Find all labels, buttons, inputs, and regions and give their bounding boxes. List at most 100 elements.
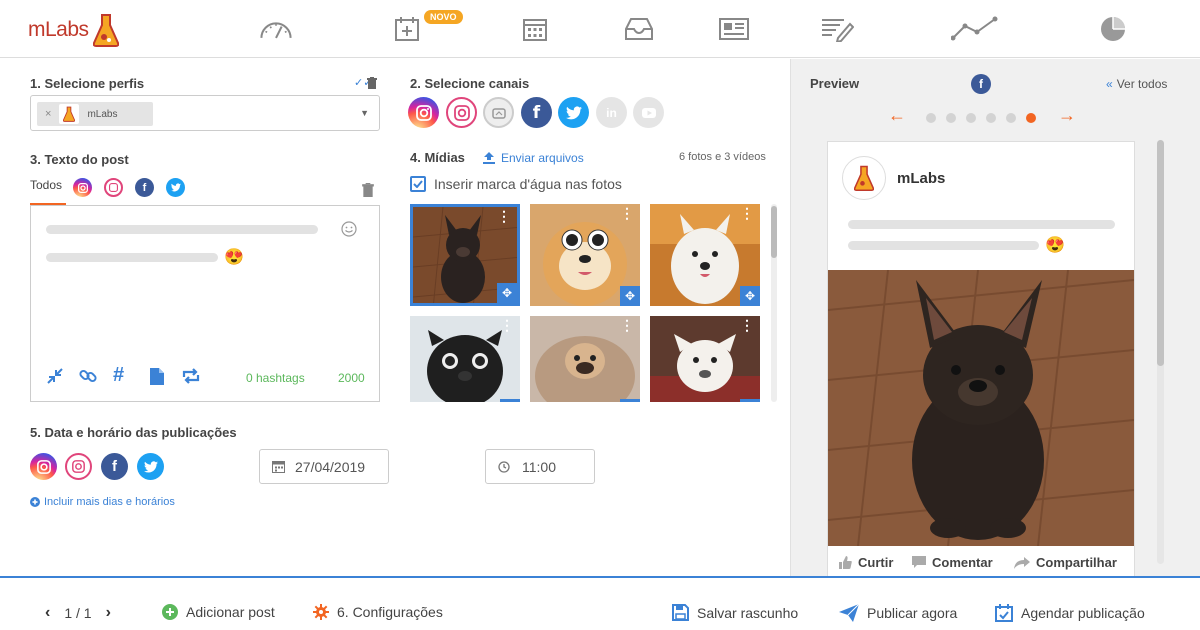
add-post-button[interactable]: Adicionar post bbox=[162, 604, 275, 620]
analytics-line-icon[interactable] bbox=[950, 14, 1000, 44]
remove-chip-icon[interactable]: × bbox=[45, 108, 51, 120]
save-disk-icon bbox=[672, 604, 689, 621]
add-more-dates-link[interactable]: Incluir mais dias e horários bbox=[30, 496, 175, 508]
linkedin-channel-icon[interactable]: in bbox=[596, 97, 627, 128]
instagram-stories-channel-icon[interactable] bbox=[446, 97, 477, 128]
repost-icon[interactable] bbox=[181, 368, 201, 389]
report-edit-icon[interactable] bbox=[820, 14, 854, 44]
tab-instagram-stories-icon[interactable] bbox=[104, 178, 123, 197]
post-pagination: ‹ 1 / 1 › bbox=[45, 604, 111, 622]
profile-chip: × mLabs bbox=[37, 102, 153, 126]
dashboard-icon[interactable] bbox=[259, 14, 293, 44]
schedule-instagram-stories-icon[interactable] bbox=[65, 453, 92, 480]
upload-files-button[interactable]: Enviar arquivos bbox=[483, 151, 584, 165]
pagination-dot[interactable] bbox=[966, 113, 976, 123]
media-thumb-pug-blanket[interactable]: ⋮ bbox=[530, 316, 640, 402]
pagination-dot[interactable] bbox=[946, 113, 956, 123]
twitter-channel-icon[interactable] bbox=[558, 97, 589, 128]
time-field[interactable]: 11:00 bbox=[485, 449, 595, 484]
hashtag-counter: 0 hashtags bbox=[246, 371, 305, 385]
move-handle-icon[interactable]: ✥ bbox=[497, 283, 517, 303]
preview-scrollbar[interactable] bbox=[1157, 140, 1164, 564]
preview-text-line bbox=[848, 241, 1039, 250]
document-icon[interactable] bbox=[149, 367, 165, 391]
next-post-chevron-icon[interactable]: › bbox=[106, 604, 111, 622]
thumb-menu-icon[interactable]: ⋮ bbox=[500, 318, 514, 332]
prev-post-chevron-icon[interactable]: ‹ bbox=[45, 604, 50, 622]
plus-circle-icon bbox=[30, 497, 40, 507]
post-text-editor[interactable]: 😍 # 0 hashtags 2000 bbox=[30, 205, 380, 402]
media-thumb-dog-sunglasses[interactable]: ⋮ ✥ bbox=[530, 204, 640, 306]
pagination-label: 1 / 1 bbox=[64, 605, 92, 621]
media-thumb-french-bulldog[interactable]: ⋮ ✥ bbox=[410, 204, 520, 306]
media-thumb-pitbull[interactable]: ⋮ bbox=[650, 316, 760, 402]
link-icon[interactable] bbox=[79, 367, 97, 390]
pagination-dot[interactable] bbox=[1006, 113, 1016, 123]
pie-chart-icon[interactable] bbox=[1096, 14, 1130, 44]
schedule-instagram-icon[interactable] bbox=[30, 453, 57, 480]
move-handle-icon[interactable] bbox=[620, 399, 640, 402]
thumb-menu-icon[interactable]: ⋮ bbox=[497, 209, 511, 223]
hashtag-icon[interactable]: # bbox=[113, 364, 124, 387]
brand-name: mLabs bbox=[28, 18, 89, 41]
tab-instagram-icon[interactable] bbox=[73, 178, 92, 197]
calendar-small-icon bbox=[272, 461, 285, 473]
share-action[interactable]: Compartilhar bbox=[1014, 555, 1117, 570]
thumb-menu-icon[interactable]: ⋮ bbox=[620, 206, 634, 220]
profile-select[interactable]: × mLabs ▼ bbox=[30, 95, 380, 131]
publish-now-button[interactable]: Publicar agora bbox=[839, 604, 957, 622]
instagram-channel-icon[interactable] bbox=[408, 97, 439, 128]
tab-twitter-icon[interactable] bbox=[166, 178, 185, 197]
inbox-icon[interactable] bbox=[622, 14, 656, 44]
preview-emoji-icon: 😍 bbox=[1045, 237, 1065, 254]
youtube-channel-icon[interactable] bbox=[633, 97, 664, 128]
media-scrollbar[interactable] bbox=[771, 204, 777, 402]
media-thumb-westie[interactable]: ⋮ ✥ bbox=[650, 204, 760, 306]
dropdown-arrow-icon: ▼ bbox=[360, 108, 369, 118]
schedule-twitter-icon[interactable] bbox=[137, 453, 164, 480]
preview-facebook-icon[interactable]: f bbox=[971, 74, 991, 94]
calendar-icon[interactable] bbox=[518, 14, 552, 44]
move-handle-icon[interactable] bbox=[740, 399, 760, 402]
pagination-dot[interactable] bbox=[986, 113, 996, 123]
pagination-dot[interactable] bbox=[926, 113, 936, 123]
watermark-checkbox[interactable] bbox=[410, 176, 426, 192]
mlabs-logo[interactable]: mLabs bbox=[28, 10, 119, 50]
like-action[interactable]: Curtir bbox=[838, 555, 893, 570]
see-all-link[interactable]: « Ver todos bbox=[1106, 77, 1167, 91]
text-placeholder-line bbox=[46, 253, 218, 262]
preview-prev-arrow-icon[interactable]: ← bbox=[888, 105, 906, 126]
tab-all[interactable]: Todos bbox=[30, 178, 67, 205]
like-label: Curtir bbox=[858, 555, 894, 570]
date-field[interactable]: 27/04/2019 bbox=[259, 449, 389, 484]
igtv-channel-icon[interactable] bbox=[483, 97, 514, 128]
new-post-icon[interactable] bbox=[390, 14, 424, 44]
move-handle-icon[interactable]: ✥ bbox=[620, 286, 640, 306]
preview-next-arrow-icon[interactable]: → bbox=[1058, 105, 1076, 126]
thumb-menu-icon[interactable]: ⋮ bbox=[740, 206, 754, 220]
preview-scrollbar-thumb[interactable] bbox=[1157, 140, 1164, 366]
channels-section-title: 2. Selecione canais bbox=[410, 76, 530, 91]
publish-now-label: Publicar agora bbox=[867, 605, 958, 621]
preview-post-card: mLabs 😍 Curtir Comentar Compartilhar bbox=[827, 141, 1135, 577]
thumbs-up-icon bbox=[839, 556, 852, 569]
thumb-menu-icon[interactable]: ⋮ bbox=[740, 318, 754, 332]
thumb-menu-icon[interactable]: ⋮ bbox=[620, 318, 634, 332]
move-handle-icon[interactable]: ✥ bbox=[740, 286, 760, 306]
settings-button[interactable]: 6. Configurações bbox=[313, 604, 443, 620]
news-icon[interactable] bbox=[717, 14, 751, 44]
trash-icon[interactable] bbox=[367, 76, 377, 94]
media-thumb-black-pug[interactable]: ⋮ bbox=[410, 316, 520, 402]
emoji-picker-icon[interactable] bbox=[341, 221, 357, 242]
schedule-post-button[interactable]: Agendar publicação bbox=[995, 604, 1145, 622]
schedule-facebook-icon[interactable]: f bbox=[101, 453, 128, 480]
shorten-icon[interactable] bbox=[46, 367, 64, 390]
pagination-dot[interactable] bbox=[1026, 113, 1036, 123]
comment-action[interactable]: Comentar bbox=[912, 555, 993, 570]
facebook-channel-icon[interactable]: f bbox=[521, 97, 552, 128]
media-scrollbar-thumb[interactable] bbox=[771, 206, 777, 258]
clear-text-trash-icon[interactable] bbox=[362, 183, 374, 202]
move-handle-icon[interactable] bbox=[500, 399, 520, 402]
save-draft-button[interactable]: Salvar rascunho bbox=[672, 604, 798, 621]
tab-facebook-icon[interactable]: f bbox=[135, 178, 154, 197]
